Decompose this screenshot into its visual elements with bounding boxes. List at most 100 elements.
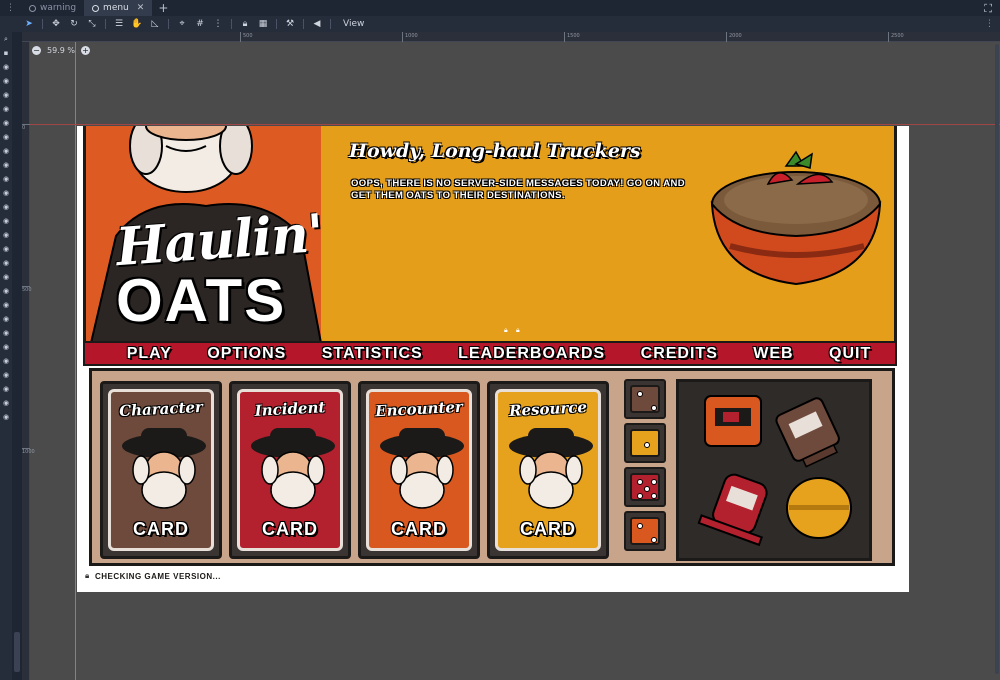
visibility-icon[interactable]: ◉: [0, 410, 12, 424]
truck-token-red[interactable]: [697, 468, 779, 547]
scrollbar[interactable]: [14, 632, 20, 672]
pan-mode-icon[interactable]: ✋: [128, 16, 146, 32]
card-title: Encounter: [374, 397, 464, 421]
grid-icon[interactable]: #: [191, 16, 209, 32]
die-slot: [624, 467, 666, 507]
visibility-icon[interactable]: ◉: [0, 158, 12, 172]
dock-splitter[interactable]: [12, 32, 22, 680]
visibility-icon[interactable]: ◉: [0, 144, 12, 158]
visibility-icon[interactable]: ◉: [0, 312, 12, 326]
die-pip: [644, 442, 650, 448]
visibility-icon[interactable]: ◉: [0, 256, 12, 270]
scale-mode-icon[interactable]: ⤡: [83, 16, 101, 32]
camera-override-icon[interactable]: ◀: [308, 16, 326, 32]
search-icon[interactable]: ⌕: [0, 32, 12, 46]
canvas-viewport[interactable]: 500 1000 1500 2000 2500 0 500 1000 − 59.…: [22, 32, 1000, 680]
visibility-icon[interactable]: ◉: [0, 186, 12, 200]
die[interactable]: [630, 429, 660, 457]
game-canvas: Haulin' OATS Howdy, Long-haul Truckers O…: [77, 126, 909, 592]
menu-leaderboards[interactable]: LEADERBOARDS: [458, 345, 605, 363]
visibility-icon[interactable]: ◉: [0, 214, 12, 228]
message-banner: Haulin' OATS Howdy, Long-haul Truckers O…: [83, 126, 897, 346]
scene-tree-icon[interactable]: ▪: [0, 46, 12, 60]
die-slot: [624, 379, 666, 419]
ruler-mark: 1000: [402, 32, 418, 42]
menu-options[interactable]: OPTIONS: [207, 345, 286, 363]
snap-icon[interactable]: ⌖: [173, 16, 191, 32]
visibility-icon[interactable]: ◉: [0, 60, 12, 74]
character-card[interactable]: Character CARD: [108, 389, 214, 551]
die-pip: [651, 479, 657, 485]
card-subtitle: CARD: [262, 519, 318, 539]
visibility-icon[interactable]: ◉: [0, 88, 12, 102]
visibility-icon[interactable]: ◉: [0, 284, 12, 298]
visibility-icon[interactable]: ◉: [0, 340, 12, 354]
vertical-axis-guide: [75, 42, 76, 680]
menu-quit[interactable]: QUIT: [829, 345, 871, 363]
visibility-icon[interactable]: ◉: [0, 368, 12, 382]
die[interactable]: [630, 385, 660, 413]
distraction-free-icon[interactable]: ⛶: [984, 2, 992, 16]
ruler-mark: 2500: [888, 32, 904, 42]
motd-body: Oops, there is no server-side messages t…: [351, 178, 685, 201]
add-tab-button[interactable]: +: [152, 1, 174, 15]
menu-play[interactable]: PLAY: [127, 345, 172, 363]
tab-label: warning: [40, 3, 77, 13]
visibility-icon[interactable]: ◉: [0, 396, 12, 410]
visibility-icon[interactable]: ◉: [0, 382, 12, 396]
bone-icon[interactable]: ⚒: [281, 16, 299, 32]
select-mode-icon[interactable]: ➤: [20, 16, 38, 32]
tab-menu-icon[interactable]: ⋮: [0, 3, 21, 13]
visibility-icon[interactable]: ◉: [0, 354, 12, 368]
move-mode-icon[interactable]: ✥: [47, 16, 65, 32]
truck-token-brown[interactable]: [774, 396, 844, 470]
menu-credits[interactable]: CREDITS: [641, 345, 718, 363]
vertical-scrollbar[interactable]: [995, 44, 999, 674]
ruler-mode-icon[interactable]: ◺: [146, 16, 164, 32]
die-pip: [651, 405, 657, 411]
visibility-icon[interactable]: ◉: [0, 116, 12, 130]
divider: [105, 19, 106, 29]
list-select-icon[interactable]: ☰: [110, 16, 128, 32]
visibility-icon[interactable]: ◉: [0, 298, 12, 312]
die-pip: [637, 493, 643, 499]
incident-card[interactable]: Incident CARD: [237, 389, 343, 551]
zoom-out-button[interactable]: −: [32, 46, 41, 55]
oat-bowl-illustration: [710, 150, 882, 286]
die[interactable]: [630, 473, 660, 501]
visibility-icon[interactable]: ◉: [0, 130, 12, 144]
card-slot: Resource CARD: [487, 381, 609, 559]
toolbar-more-icon[interactable]: ⋮: [985, 19, 994, 29]
zoom-in-button[interactable]: +: [80, 46, 90, 55]
group-icon[interactable]: ▦: [254, 16, 272, 32]
more-options-icon[interactable]: ⋮: [209, 16, 227, 32]
menu-statistics[interactable]: STATISTICS: [322, 345, 423, 363]
visibility-icon[interactable]: ◉: [0, 242, 12, 256]
visibility-icon[interactable]: ◉: [0, 172, 12, 186]
menu-web[interactable]: WEB: [753, 345, 793, 363]
coin-token-yellow[interactable]: [786, 477, 852, 539]
card-subtitle: CARD: [391, 519, 447, 539]
view-menu[interactable]: View: [335, 19, 372, 29]
die[interactable]: [630, 517, 660, 545]
editor-tab-bar: ⋮ warning menu ✕ + ⛶: [0, 0, 1000, 16]
visibility-icon[interactable]: ◉: [0, 102, 12, 116]
lock-icon[interactable]: 🔒︎: [236, 16, 254, 32]
tab-menu[interactable]: menu ✕: [84, 0, 153, 16]
resource-card[interactable]: Resource CARD: [495, 389, 601, 551]
visibility-icon[interactable]: ◉: [0, 74, 12, 88]
visibility-icon[interactable]: ◉: [0, 270, 12, 284]
tab-warning[interactable]: warning: [21, 0, 84, 16]
card-title: Incident: [254, 398, 326, 420]
visibility-icon[interactable]: ◉: [0, 228, 12, 242]
divider: [42, 19, 43, 29]
visibility-icon[interactable]: ◉: [0, 200, 12, 214]
truck-token-orange[interactable]: [704, 395, 762, 447]
game-tray: Character CARD Incident CARD Encounter C…: [89, 368, 895, 566]
encounter-card[interactable]: Encounter CARD: [366, 389, 472, 551]
close-icon[interactable]: ✕: [137, 3, 145, 13]
visibility-icon[interactable]: ◉: [0, 326, 12, 340]
zoom-level[interactable]: 59.9 %: [47, 46, 75, 55]
die-pip: [644, 486, 650, 492]
rotate-mode-icon[interactable]: ↻: [65, 16, 83, 32]
